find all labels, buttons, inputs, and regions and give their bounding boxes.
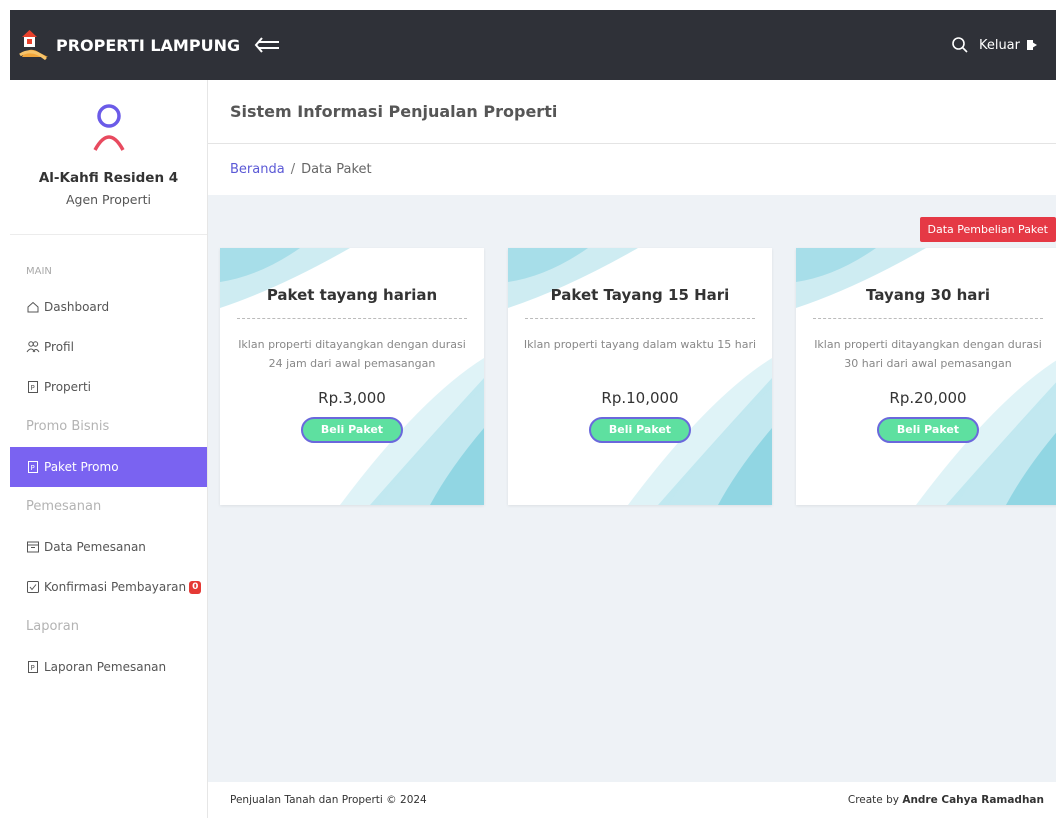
package-card: Paket tayang harian Iklan properti ditay… bbox=[220, 248, 484, 505]
home-icon bbox=[26, 300, 40, 314]
document-icon: P bbox=[26, 660, 40, 674]
card-divider bbox=[237, 318, 467, 319]
footer-credit: Create by Andre Cahya Ramadhan bbox=[848, 794, 1044, 806]
logout-button[interactable]: Keluar bbox=[979, 38, 1038, 53]
card-title: Paket tayang harian bbox=[266, 286, 438, 304]
profile-name: Al-Kahfi Residen 4 bbox=[38, 170, 179, 186]
footer-credit-author: Andre Cahya Ramadhan bbox=[902, 794, 1044, 806]
main-content: Sistem Informasi Penjualan Properti Bera… bbox=[208, 80, 1056, 818]
breadcrumb: Beranda / Data Paket bbox=[208, 144, 1056, 195]
sidebar-nav: MAIN Dashboard Profil P Properti Promo B… bbox=[10, 235, 207, 687]
page-header: Sistem Informasi Penjualan Properti bbox=[208, 80, 1056, 144]
card-title: Paket Tayang 15 Hari bbox=[550, 286, 730, 304]
sidebar-item-label: Paket Promo bbox=[44, 460, 119, 474]
card-description: Iklan properti ditayangkan dengan durasi… bbox=[814, 338, 1042, 370]
content-area: Data Pembelian Paket Paket tayang harian… bbox=[208, 195, 1056, 782]
top-navbar: PROPERTI LAMPUNG Keluar bbox=[10, 10, 1056, 80]
nav-header-pemesanan: Pemesanan bbox=[26, 499, 102, 514]
nav-section-main: MAIN bbox=[26, 266, 52, 277]
sidebar-item-label: Profil bbox=[44, 340, 74, 354]
card-divider bbox=[813, 318, 1043, 319]
sidebar-item-laporan-pemesanan[interactable]: P Laporan Pemesanan bbox=[10, 647, 207, 687]
brand[interactable]: PROPERTI LAMPUNG bbox=[10, 27, 240, 63]
svg-text:P: P bbox=[31, 664, 35, 672]
card-divider bbox=[525, 318, 755, 319]
house-logo-icon bbox=[18, 27, 54, 63]
svg-text:P: P bbox=[31, 464, 35, 472]
sidebar-item-dashboard[interactable]: Dashboard bbox=[10, 287, 207, 327]
menu-toggle-arrow-icon[interactable] bbox=[254, 36, 280, 54]
profile-panel: Al-Kahfi Residen 4 Agen Properti bbox=[10, 80, 207, 235]
sidebar-item-label: Properti bbox=[44, 380, 92, 394]
sidebar-item-properti[interactable]: P Properti bbox=[10, 367, 207, 407]
purchase-history-button[interactable]: Data Pembelian Paket bbox=[919, 217, 1056, 242]
sidebar-item-label: Dashboard bbox=[44, 300, 110, 314]
card-price: Rp.10,000 bbox=[601, 389, 679, 407]
notification-badge: 0 bbox=[189, 580, 202, 594]
breadcrumb-home-link[interactable]: Beranda bbox=[230, 162, 285, 177]
sidebar-item-konfirmasi-pembayaran[interactable]: Konfirmasi Pembayaran 0 bbox=[10, 567, 207, 607]
nav-header-laporan: Laporan bbox=[26, 619, 79, 634]
brand-title: PROPERTI LAMPUNG bbox=[56, 35, 241, 55]
sidebar: Al-Kahfi Residen 4 Agen Properti MAIN Da… bbox=[10, 80, 208, 818]
search-icon[interactable] bbox=[951, 36, 969, 54]
footer-credit-prefix: Create by bbox=[847, 794, 903, 806]
sidebar-item-data-pemesanan[interactable]: Data Pemesanan bbox=[10, 527, 207, 567]
inbox-icon bbox=[26, 540, 40, 554]
users-icon bbox=[26, 340, 40, 354]
page-title: Sistem Informasi Penjualan Properti bbox=[230, 102, 558, 121]
footer-copyright: Penjualan Tanah dan Properti © 2024 bbox=[230, 794, 427, 806]
card-description: Iklan properti tayang dalam waktu 15 har… bbox=[523, 338, 757, 351]
nav-header-promo: Promo Bisnis bbox=[26, 419, 110, 434]
profile-role: Agen Properti bbox=[65, 192, 152, 207]
package-card: Tayang 30 hari Iklan properti ditayangka… bbox=[796, 248, 1056, 505]
card-price: Rp.20,000 bbox=[889, 389, 967, 407]
buy-package-button[interactable]: Beli Paket bbox=[877, 417, 979, 443]
logout-label: Keluar bbox=[978, 37, 1020, 53]
buy-package-button[interactable]: Beli Paket bbox=[589, 417, 691, 443]
card-description: Iklan properti ditayangkan dengan durasi… bbox=[238, 338, 466, 370]
sidebar-item-label: Data Pemesanan bbox=[44, 540, 146, 554]
package-card: Paket Tayang 15 Hari Iklan properti taya… bbox=[508, 248, 772, 505]
check-square-icon bbox=[26, 580, 40, 594]
sign-out-icon bbox=[1026, 39, 1038, 51]
sidebar-item-profil[interactable]: Profil bbox=[10, 327, 207, 367]
breadcrumb-current: Data Paket bbox=[301, 162, 372, 177]
sidebar-item-label: Laporan Pemesanan bbox=[44, 660, 167, 674]
footer: Penjualan Tanah dan Properti © 2024 Crea… bbox=[208, 782, 1056, 818]
buy-package-button[interactable]: Beli Paket bbox=[301, 417, 403, 443]
document-icon: P bbox=[26, 460, 40, 474]
card-price: Rp.3,000 bbox=[318, 389, 386, 407]
sidebar-item-paket-promo[interactable]: P Paket Promo bbox=[10, 447, 207, 487]
card-title: Tayang 30 hari bbox=[866, 286, 990, 304]
sidebar-item-label: Konfirmasi Pembayaran bbox=[44, 580, 187, 594]
user-avatar-icon bbox=[91, 102, 127, 156]
document-icon: P bbox=[26, 380, 40, 394]
svg-text:P: P bbox=[31, 384, 35, 392]
breadcrumb-separator: / bbox=[290, 162, 296, 177]
